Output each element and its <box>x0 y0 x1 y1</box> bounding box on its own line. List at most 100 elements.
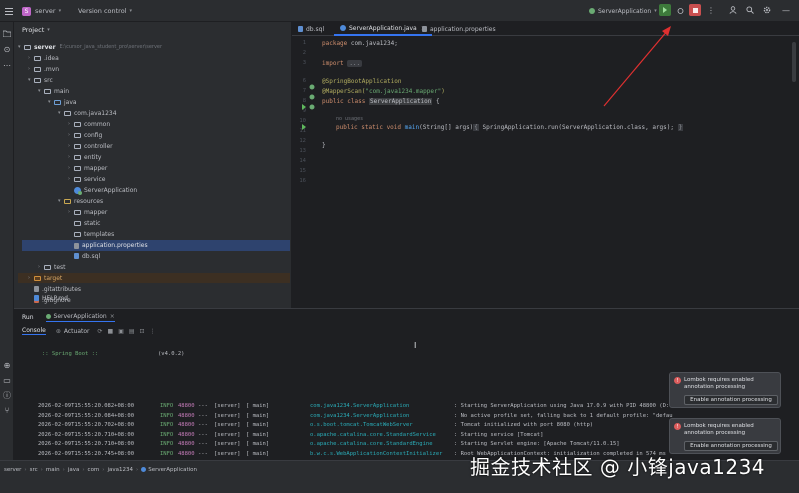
log-logger: com.java1234.ServerApplication <box>310 412 410 419</box>
run-tool-icon[interactable]: ⊕ <box>2 360 12 370</box>
more-icon[interactable]: ⋮ <box>705 4 717 16</box>
markdown-file-icon <box>34 295 39 301</box>
rerun-icon[interactable] <box>659 4 671 16</box>
code-method: main <box>404 124 420 131</box>
tab-application-properties[interactable]: application.properties <box>422 24 496 34</box>
spring-bean-icon[interactable] <box>309 84 315 90</box>
tree-item-target[interactable]: › target <box>28 273 62 283</box>
run-config-tab[interactable]: ServerApplication × <box>45 313 115 322</box>
breadcrumb-item[interactable]: src <box>30 467 38 473</box>
log-sep: --- <box>198 451 208 457</box>
fold-brace: } <box>677 124 684 131</box>
breadcrumb-item[interactable]: server <box>4 467 21 473</box>
gear-icon[interactable] <box>761 4 773 16</box>
chevron-down-icon: ▾ <box>58 8 62 14</box>
breadcrumb-item[interactable]: ServerApplication <box>148 467 197 473</box>
hamburger-icon[interactable] <box>4 6 14 16</box>
tree-item-test[interactable]: › test <box>38 262 66 272</box>
tree-item-label: mapper <box>84 164 108 172</box>
problems-icon[interactable]: ⓘ <box>2 390 12 400</box>
debug-icon[interactable] <box>674 4 686 16</box>
tree-item-static[interactable]: static <box>74 218 100 228</box>
tree-item-label: .gitattributes <box>42 285 82 293</box>
close-icon[interactable]: × <box>110 313 115 320</box>
tree-item-label: .idea <box>44 54 59 62</box>
spring-bean-icon[interactable] <box>309 104 315 110</box>
run-tab[interactable]: Run <box>22 314 34 321</box>
user-icon[interactable] <box>727 4 739 16</box>
layout-icon[interactable]: ▤ <box>129 328 135 335</box>
run-gutter-icon[interactable] <box>301 124 307 130</box>
tree-item-entity[interactable]: › entity <box>68 152 101 162</box>
tree-item-service[interactable]: › service <box>68 174 106 184</box>
tab-serverapplication[interactable]: ServerApplication.java × <box>334 22 432 36</box>
log-thread: [ main] <box>246 422 270 429</box>
run-config-selector[interactable]: ServerApplication ▾ <box>589 6 657 16</box>
tree-item-application-properties[interactable]: application.properties <box>74 240 148 251</box>
tree-item-idea[interactable]: › .idea <box>28 53 59 63</box>
run-gutter-icon[interactable] <box>301 104 307 110</box>
mapper-scan-icon[interactable] <box>309 94 315 100</box>
chevron-right-icon: › <box>24 466 27 473</box>
tree-item-common[interactable]: › common <box>68 119 110 129</box>
actuator-tab[interactable]: Actuator <box>64 328 90 335</box>
breadcrumb-item[interactable]: java <box>68 467 80 473</box>
tree-item-mvn[interactable]: › .mvn <box>28 64 59 74</box>
enable-annotation-processing-button[interactable]: Enable annotation processing <box>684 441 778 451</box>
stop-icon[interactable] <box>689 4 701 16</box>
editor-scrollbar[interactable] <box>792 42 796 82</box>
folder-icon <box>34 55 41 61</box>
git-icon[interactable]: ⑂ <box>2 405 12 415</box>
console-tab[interactable]: Console <box>22 327 46 335</box>
commit-icon[interactable]: ⊙ <box>2 44 12 54</box>
terminal-icon[interactable]: ▭ <box>2 375 12 385</box>
tree-item-label: resources <box>74 197 104 205</box>
structure-icon[interactable]: ⋯ <box>2 60 12 70</box>
tree-item-com-java1234[interactable]: ▾ com.java1234 <box>58 108 117 118</box>
code-line-11: public static void main(String[] args){ … <box>336 124 684 131</box>
breadcrumb-item[interactable]: com <box>88 467 100 473</box>
breadcrumb-item[interactable]: java1234 <box>108 467 134 473</box>
tree-item-config[interactable]: › config <box>68 130 102 140</box>
vcs-selector[interactable]: Version control ▾ <box>78 6 132 16</box>
code-keyword: import <box>322 60 344 67</box>
search-icon[interactable] <box>744 4 756 16</box>
breadcrumb-item[interactable]: main <box>46 467 60 473</box>
console-side-tools <box>14 361 24 451</box>
pin-icon[interactable]: ⊡ <box>140 328 145 335</box>
log-level: INFO <box>160 403 174 409</box>
camera-icon[interactable]: ▣ <box>118 328 124 335</box>
tab-db-sql[interactable]: db.sql <box>298 24 324 34</box>
more-icon[interactable]: ⋮ <box>150 328 156 335</box>
tree-item-resources[interactable]: ▾ resources <box>58 196 103 206</box>
usages-hint[interactable]: no usages <box>336 116 363 122</box>
enable-annotation-processing-button[interactable]: Enable annotation processing <box>684 395 778 405</box>
project-selector[interactable]: S server ▾ <box>22 6 61 16</box>
tree-item-help-md[interactable]: HELP.md <box>34 293 68 303</box>
tree-item-db-sql[interactable]: db.sql <box>74 251 100 261</box>
folder-icon[interactable] <box>2 28 12 38</box>
minimize-icon[interactable]: — <box>780 4 792 16</box>
tree-item-main[interactable]: ▾ main <box>38 86 69 96</box>
tree-item-server[interactable]: ▾ server E:\cursor_java_student_pro\serv… <box>18 42 162 52</box>
spring-icon <box>45 313 51 319</box>
tree-item-src[interactable]: ▾ src <box>28 75 53 85</box>
tree-item-java[interactable]: ▾ java <box>48 97 77 107</box>
code-class-name: ServerApplication <box>368 98 433 105</box>
tree-item-label: mapper <box>84 208 108 216</box>
restart-icon[interactable]: ⟳ <box>97 328 102 335</box>
code-line-1: package com.java1234; <box>322 40 398 47</box>
log-app: [server] <box>214 403 241 409</box>
fold-placeholder[interactable]: ... <box>347 60 363 67</box>
tree-item-res-mapper[interactable]: › mapper <box>68 207 107 217</box>
stop-icon[interactable]: ■ <box>108 328 114 335</box>
project-panel-header[interactable]: Project ▾ <box>22 26 50 34</box>
spring-banner-left: :: Spring Boot :: <box>42 351 99 357</box>
tree-item-mapper[interactable]: › mapper <box>68 163 107 173</box>
tree-item-templates[interactable]: templates <box>74 229 114 239</box>
tree-item-label: java <box>64 98 77 106</box>
tree-item-serverapplication[interactable]: ServerApplication <box>74 185 137 195</box>
tree-item-label: main <box>54 87 69 95</box>
project-badge: S <box>22 6 31 16</box>
tree-item-controller[interactable]: › controller <box>68 141 113 151</box>
